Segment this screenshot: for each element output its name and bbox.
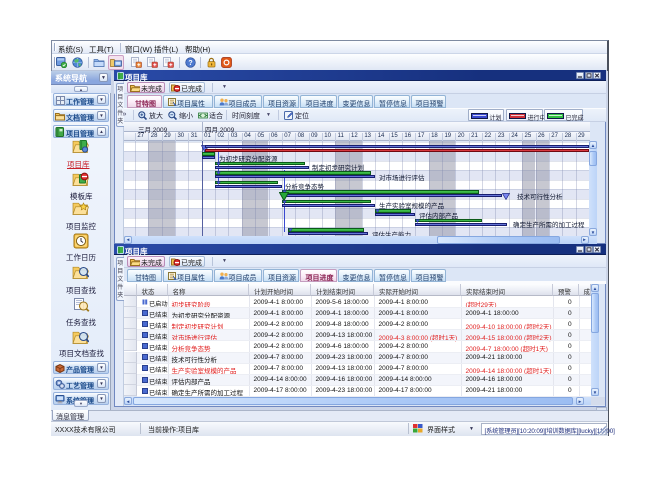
svg-text:?: ?	[188, 60, 192, 67]
